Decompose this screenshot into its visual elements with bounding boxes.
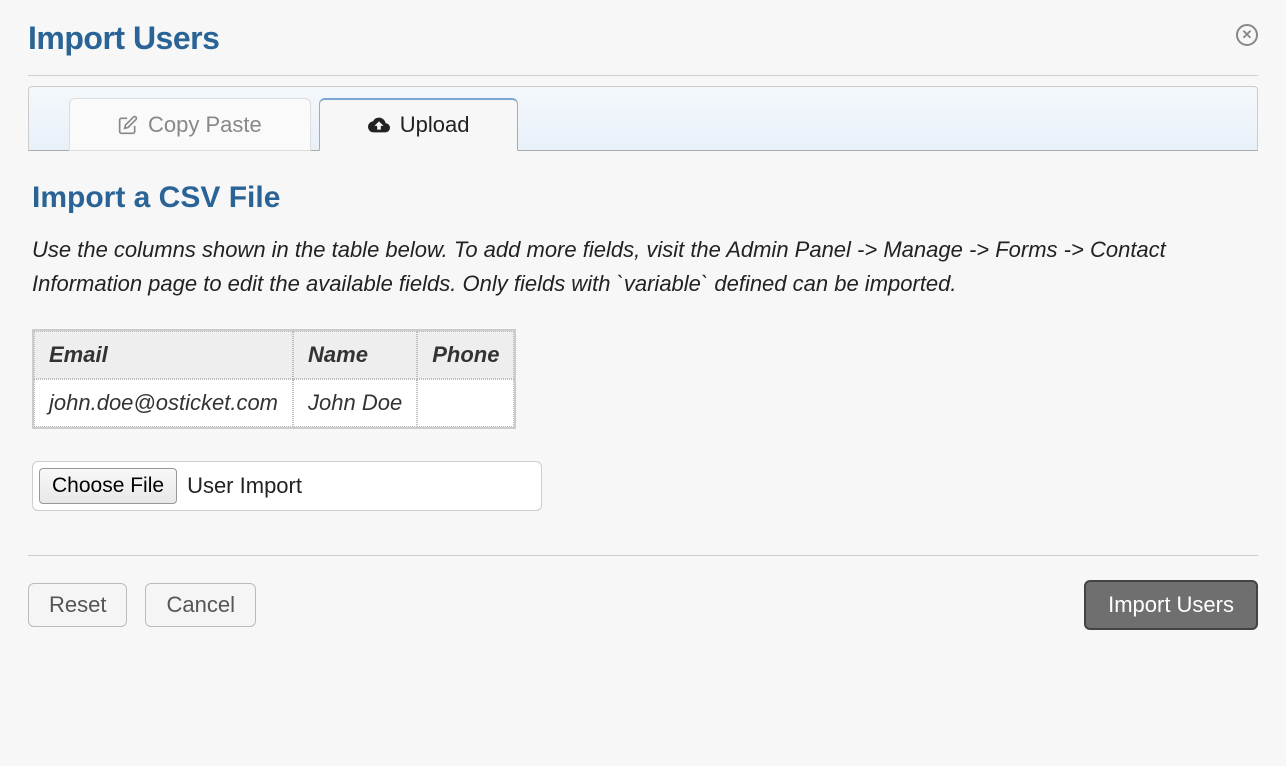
tab-upload[interactable]: Upload: [319, 98, 519, 151]
selected-file-name: User Import: [187, 473, 302, 499]
tab-bar: Copy Paste Upload: [28, 86, 1258, 151]
content-heading: Import a CSV File: [32, 181, 1254, 215]
cancel-button[interactable]: Cancel: [145, 583, 255, 627]
footer-separator: [28, 555, 1258, 556]
column-header-email: Email: [34, 331, 293, 379]
tab-copy-paste[interactable]: Copy Paste: [69, 98, 311, 151]
file-input[interactable]: Choose File User Import: [32, 461, 542, 511]
header-separator: [28, 75, 1258, 76]
table-header-row: Email Name Phone: [34, 331, 514, 379]
table-row: john.doe@osticket.com John Doe: [34, 379, 514, 427]
column-header-name: Name: [293, 331, 417, 379]
tab-upload-label: Upload: [400, 112, 470, 138]
close-icon: ✕: [1242, 27, 1253, 43]
modal-title: Import Users: [28, 20, 219, 57]
cell-name: John Doe: [293, 379, 417, 427]
reset-button[interactable]: Reset: [28, 583, 127, 627]
close-button[interactable]: ✕: [1236, 24, 1258, 46]
sample-table: Email Name Phone john.doe@osticket.com J…: [32, 329, 516, 429]
choose-file-button[interactable]: Choose File: [39, 468, 177, 504]
import-users-button[interactable]: Import Users: [1084, 580, 1258, 630]
content-area: Import a CSV File Use the columns shown …: [28, 151, 1258, 521]
column-header-phone: Phone: [417, 331, 514, 379]
cell-email: john.doe@osticket.com: [34, 379, 293, 427]
tab-copy-paste-label: Copy Paste: [148, 112, 262, 138]
cell-phone: [417, 379, 514, 427]
edit-icon: [118, 115, 138, 135]
footer: Reset Cancel Import Users: [28, 580, 1258, 630]
content-description: Use the columns shown in the table below…: [32, 233, 1254, 301]
cloud-upload-icon: [368, 114, 390, 136]
